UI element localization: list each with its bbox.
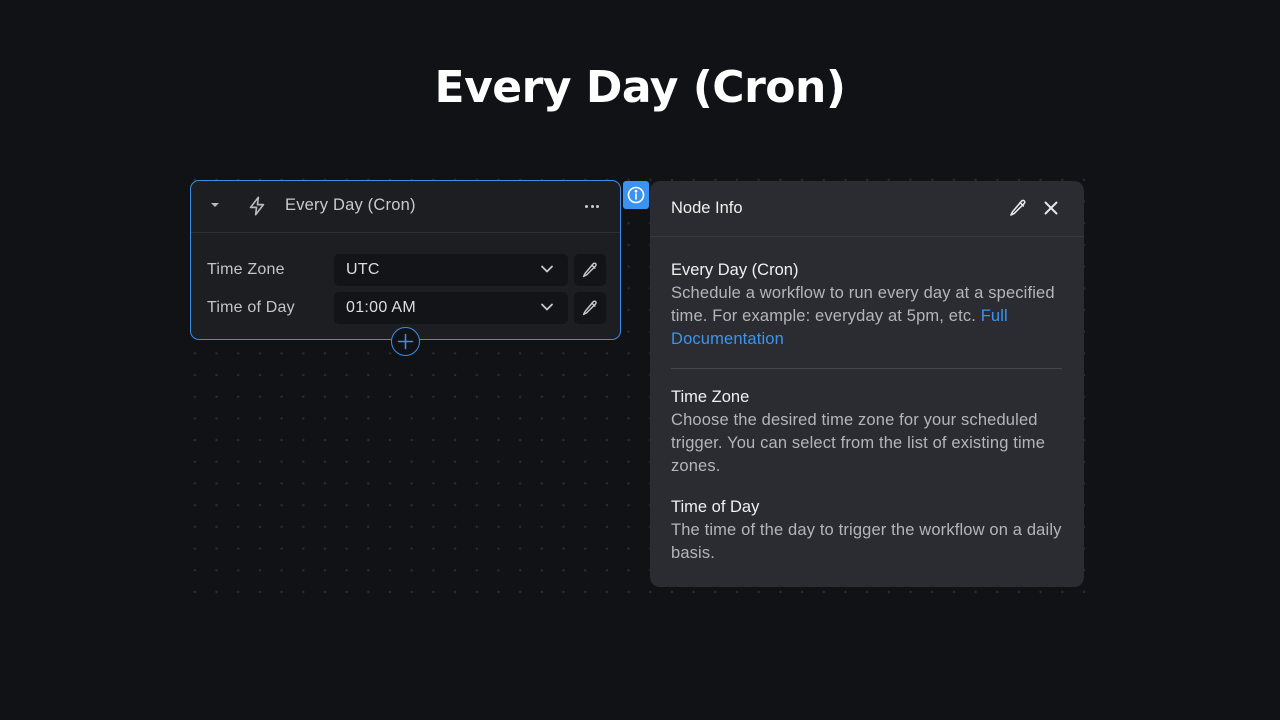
time-of-day-select[interactable]: 01:00 AM: [334, 292, 568, 324]
page-title: Every Day (Cron): [434, 62, 846, 113]
close-icon: [1044, 201, 1058, 215]
time-zone-select[interactable]: UTC: [334, 254, 568, 286]
workflow-node[interactable]: Every Day (Cron) Time Zone UTC Time of D…: [190, 180, 621, 340]
field-row-time-of-day: Time of Day 01:00 AM: [191, 292, 620, 324]
info-section-time-zone: Time Zone Choose the desired time zone f…: [671, 386, 1063, 478]
panel-title: Node Info: [671, 199, 743, 217]
add-node-button[interactable]: [391, 327, 420, 356]
plus-icon: [397, 333, 414, 350]
panel-header: Node Info: [650, 181, 1084, 237]
pencil-icon: [582, 300, 597, 316]
select-value: 01:00 AM: [346, 299, 417, 316]
node-info-button[interactable]: [623, 181, 649, 209]
panel-close-button[interactable]: [1040, 197, 1062, 219]
chevron-down-icon: [541, 303, 553, 311]
section-text: Schedule a workflow to run every day at …: [671, 282, 1063, 351]
pencil-icon: [582, 262, 597, 278]
info-section-time-of-day: Time of Day The time of the day to trigg…: [671, 496, 1063, 565]
edit-time-of-day-button[interactable]: [574, 292, 606, 324]
select-value: UTC: [346, 261, 380, 278]
section-title: Time Zone: [671, 388, 750, 406]
panel-edit-button[interactable]: [1007, 197, 1029, 219]
section-text: Choose the desired time zone for your sc…: [671, 411, 1046, 475]
section-text: The time of the day to trigger the workf…: [671, 521, 1062, 562]
section-title: Every Day (Cron): [671, 261, 799, 279]
bolt-icon: [249, 196, 265, 216]
edit-time-zone-button[interactable]: [574, 254, 606, 286]
info-icon: [627, 186, 645, 204]
node-header: Every Day (Cron): [191, 181, 620, 233]
divider: [671, 368, 1062, 369]
section-title: Time of Day: [671, 498, 760, 516]
field-row-time-zone: Time Zone UTC: [191, 254, 620, 286]
node-title: Every Day (Cron): [285, 196, 416, 214]
info-section-intro: Every Day (Cron) Schedule a workflow to …: [671, 259, 1063, 351]
more-options-icon[interactable]: [582, 197, 602, 215]
collapse-caret-icon[interactable]: [211, 203, 219, 207]
field-label: Time Zone: [207, 261, 285, 278]
chevron-down-icon: [541, 265, 553, 273]
field-label: Time of Day: [207, 299, 295, 316]
node-info-panel: Node Info Every Day (Cron) Schedule a wo…: [650, 181, 1084, 587]
pencil-icon: [1010, 199, 1026, 216]
